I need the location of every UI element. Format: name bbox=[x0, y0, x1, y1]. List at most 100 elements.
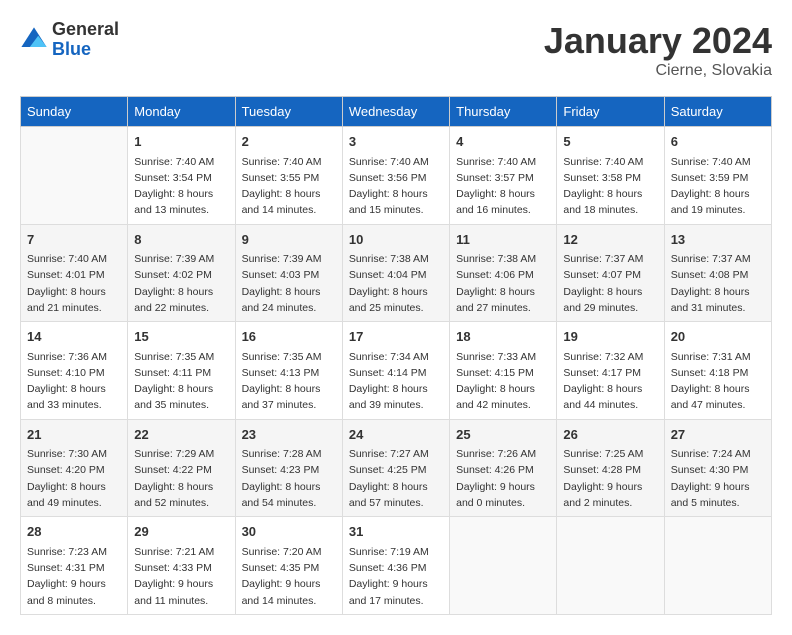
location: Cierne, Slovakia bbox=[544, 62, 772, 80]
day-number: 30 bbox=[242, 522, 336, 542]
day-number: 6 bbox=[671, 132, 765, 152]
day-number: 29 bbox=[134, 522, 228, 542]
day-info: Sunrise: 7:35 AM Sunset: 4:13 PM Dayligh… bbox=[242, 349, 336, 414]
calendar-cell: 30Sunrise: 7:20 AM Sunset: 4:35 PM Dayli… bbox=[235, 517, 342, 615]
calendar-cell: 6Sunrise: 7:40 AM Sunset: 3:59 PM Daylig… bbox=[664, 127, 771, 225]
day-info: Sunrise: 7:25 AM Sunset: 4:28 PM Dayligh… bbox=[563, 446, 657, 511]
day-info: Sunrise: 7:19 AM Sunset: 4:36 PM Dayligh… bbox=[349, 544, 443, 609]
calendar-cell: 2Sunrise: 7:40 AM Sunset: 3:55 PM Daylig… bbox=[235, 127, 342, 225]
day-info: Sunrise: 7:40 AM Sunset: 3:56 PM Dayligh… bbox=[349, 154, 443, 219]
calendar-cell bbox=[557, 517, 664, 615]
calendar-cell: 22Sunrise: 7:29 AM Sunset: 4:22 PM Dayli… bbox=[128, 419, 235, 517]
calendar-cell: 3Sunrise: 7:40 AM Sunset: 3:56 PM Daylig… bbox=[342, 127, 449, 225]
day-number: 25 bbox=[456, 425, 550, 445]
calendar-cell: 8Sunrise: 7:39 AM Sunset: 4:02 PM Daylig… bbox=[128, 224, 235, 322]
day-number: 19 bbox=[563, 327, 657, 347]
calendar-table: SundayMondayTuesdayWednesdayThursdayFrid… bbox=[20, 96, 772, 615]
day-number: 26 bbox=[563, 425, 657, 445]
calendar-cell: 28Sunrise: 7:23 AM Sunset: 4:31 PM Dayli… bbox=[21, 517, 128, 615]
calendar-cell: 15Sunrise: 7:35 AM Sunset: 4:11 PM Dayli… bbox=[128, 322, 235, 420]
calendar-cell: 11Sunrise: 7:38 AM Sunset: 4:06 PM Dayli… bbox=[450, 224, 557, 322]
day-number: 15 bbox=[134, 327, 228, 347]
day-info: Sunrise: 7:40 AM Sunset: 4:01 PM Dayligh… bbox=[27, 251, 121, 316]
calendar-cell bbox=[450, 517, 557, 615]
day-number: 8 bbox=[134, 230, 228, 250]
calendar-cell: 17Sunrise: 7:34 AM Sunset: 4:14 PM Dayli… bbox=[342, 322, 449, 420]
day-number: 22 bbox=[134, 425, 228, 445]
day-number: 18 bbox=[456, 327, 550, 347]
day-info: Sunrise: 7:38 AM Sunset: 4:06 PM Dayligh… bbox=[456, 251, 550, 316]
calendar-cell: 31Sunrise: 7:19 AM Sunset: 4:36 PM Dayli… bbox=[342, 517, 449, 615]
calendar-cell: 13Sunrise: 7:37 AM Sunset: 4:08 PM Dayli… bbox=[664, 224, 771, 322]
day-number: 27 bbox=[671, 425, 765, 445]
day-number: 31 bbox=[349, 522, 443, 542]
day-info: Sunrise: 7:30 AM Sunset: 4:20 PM Dayligh… bbox=[27, 446, 121, 511]
logo: General Blue bbox=[20, 20, 119, 60]
calendar-cell: 18Sunrise: 7:33 AM Sunset: 4:15 PM Dayli… bbox=[450, 322, 557, 420]
day-number: 14 bbox=[27, 327, 121, 347]
day-info: Sunrise: 7:34 AM Sunset: 4:14 PM Dayligh… bbox=[349, 349, 443, 414]
day-info: Sunrise: 7:40 AM Sunset: 3:57 PM Dayligh… bbox=[456, 154, 550, 219]
day-info: Sunrise: 7:40 AM Sunset: 3:55 PM Dayligh… bbox=[242, 154, 336, 219]
weekday-header-thursday: Thursday bbox=[450, 97, 557, 127]
week-row-2: 7Sunrise: 7:40 AM Sunset: 4:01 PM Daylig… bbox=[21, 224, 772, 322]
day-info: Sunrise: 7:24 AM Sunset: 4:30 PM Dayligh… bbox=[671, 446, 765, 511]
day-number: 4 bbox=[456, 132, 550, 152]
day-info: Sunrise: 7:39 AM Sunset: 4:03 PM Dayligh… bbox=[242, 251, 336, 316]
day-info: Sunrise: 7:40 AM Sunset: 3:58 PM Dayligh… bbox=[563, 154, 657, 219]
calendar-cell: 9Sunrise: 7:39 AM Sunset: 4:03 PM Daylig… bbox=[235, 224, 342, 322]
logo-general: General bbox=[52, 20, 119, 40]
week-row-1: 1Sunrise: 7:40 AM Sunset: 3:54 PM Daylig… bbox=[21, 127, 772, 225]
logo-blue: Blue bbox=[52, 40, 119, 60]
calendar-cell: 7Sunrise: 7:40 AM Sunset: 4:01 PM Daylig… bbox=[21, 224, 128, 322]
day-info: Sunrise: 7:20 AM Sunset: 4:35 PM Dayligh… bbox=[242, 544, 336, 609]
day-number: 17 bbox=[349, 327, 443, 347]
calendar-cell: 1Sunrise: 7:40 AM Sunset: 3:54 PM Daylig… bbox=[128, 127, 235, 225]
weekday-header-sunday: Sunday bbox=[21, 97, 128, 127]
weekday-header-row: SundayMondayTuesdayWednesdayThursdayFrid… bbox=[21, 97, 772, 127]
day-info: Sunrise: 7:39 AM Sunset: 4:02 PM Dayligh… bbox=[134, 251, 228, 316]
day-info: Sunrise: 7:32 AM Sunset: 4:17 PM Dayligh… bbox=[563, 349, 657, 414]
day-number: 2 bbox=[242, 132, 336, 152]
day-number: 24 bbox=[349, 425, 443, 445]
day-number: 23 bbox=[242, 425, 336, 445]
calendar-cell: 25Sunrise: 7:26 AM Sunset: 4:26 PM Dayli… bbox=[450, 419, 557, 517]
day-number: 3 bbox=[349, 132, 443, 152]
calendar-cell bbox=[21, 127, 128, 225]
title-block: January 2024 Cierne, Slovakia bbox=[544, 20, 772, 80]
day-number: 16 bbox=[242, 327, 336, 347]
day-info: Sunrise: 7:35 AM Sunset: 4:11 PM Dayligh… bbox=[134, 349, 228, 414]
day-info: Sunrise: 7:37 AM Sunset: 4:08 PM Dayligh… bbox=[671, 251, 765, 316]
month-title: January 2024 bbox=[544, 20, 772, 62]
day-number: 20 bbox=[671, 327, 765, 347]
calendar-cell: 24Sunrise: 7:27 AM Sunset: 4:25 PM Dayli… bbox=[342, 419, 449, 517]
calendar-cell: 16Sunrise: 7:35 AM Sunset: 4:13 PM Dayli… bbox=[235, 322, 342, 420]
day-info: Sunrise: 7:28 AM Sunset: 4:23 PM Dayligh… bbox=[242, 446, 336, 511]
day-number: 11 bbox=[456, 230, 550, 250]
calendar-cell: 14Sunrise: 7:36 AM Sunset: 4:10 PM Dayli… bbox=[21, 322, 128, 420]
day-info: Sunrise: 7:36 AM Sunset: 4:10 PM Dayligh… bbox=[27, 349, 121, 414]
calendar-cell bbox=[664, 517, 771, 615]
day-info: Sunrise: 7:21 AM Sunset: 4:33 PM Dayligh… bbox=[134, 544, 228, 609]
weekday-header-wednesday: Wednesday bbox=[342, 97, 449, 127]
weekday-header-tuesday: Tuesday bbox=[235, 97, 342, 127]
day-info: Sunrise: 7:23 AM Sunset: 4:31 PM Dayligh… bbox=[27, 544, 121, 609]
week-row-4: 21Sunrise: 7:30 AM Sunset: 4:20 PM Dayli… bbox=[21, 419, 772, 517]
calendar-cell: 12Sunrise: 7:37 AM Sunset: 4:07 PM Dayli… bbox=[557, 224, 664, 322]
calendar-cell: 20Sunrise: 7:31 AM Sunset: 4:18 PM Dayli… bbox=[664, 322, 771, 420]
calendar-cell: 23Sunrise: 7:28 AM Sunset: 4:23 PM Dayli… bbox=[235, 419, 342, 517]
day-info: Sunrise: 7:37 AM Sunset: 4:07 PM Dayligh… bbox=[563, 251, 657, 316]
day-info: Sunrise: 7:40 AM Sunset: 3:54 PM Dayligh… bbox=[134, 154, 228, 219]
day-number: 5 bbox=[563, 132, 657, 152]
day-number: 13 bbox=[671, 230, 765, 250]
week-row-3: 14Sunrise: 7:36 AM Sunset: 4:10 PM Dayli… bbox=[21, 322, 772, 420]
day-number: 12 bbox=[563, 230, 657, 250]
day-info: Sunrise: 7:29 AM Sunset: 4:22 PM Dayligh… bbox=[134, 446, 228, 511]
calendar-cell: 29Sunrise: 7:21 AM Sunset: 4:33 PM Dayli… bbox=[128, 517, 235, 615]
day-number: 1 bbox=[134, 132, 228, 152]
logo-text: General Blue bbox=[52, 20, 119, 60]
calendar-cell: 19Sunrise: 7:32 AM Sunset: 4:17 PM Dayli… bbox=[557, 322, 664, 420]
day-info: Sunrise: 7:33 AM Sunset: 4:15 PM Dayligh… bbox=[456, 349, 550, 414]
day-number: 21 bbox=[27, 425, 121, 445]
day-info: Sunrise: 7:38 AM Sunset: 4:04 PM Dayligh… bbox=[349, 251, 443, 316]
